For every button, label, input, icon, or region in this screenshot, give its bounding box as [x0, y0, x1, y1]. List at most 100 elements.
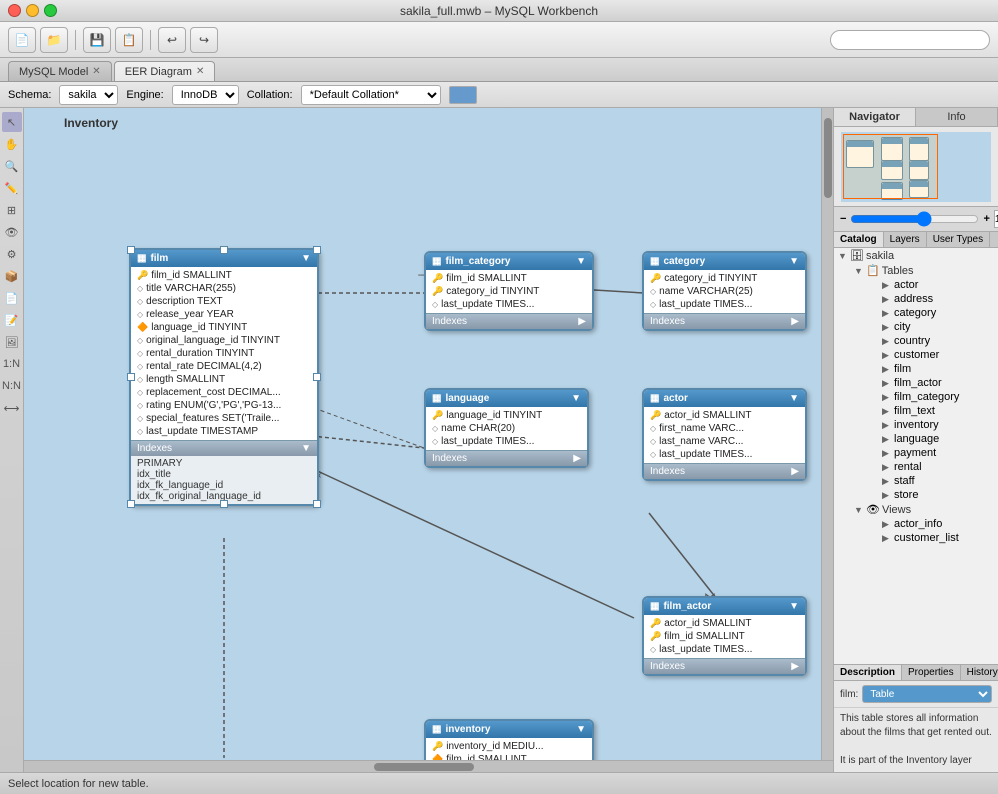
expand-icon[interactable]: ▼: [576, 724, 586, 735]
tab-eer-diagram-close[interactable]: ✕: [196, 66, 204, 77]
scrollbar-h-thumb[interactable]: [374, 763, 474, 771]
resize-tm[interactable]: [220, 246, 228, 254]
tab-properties[interactable]: Properties: [902, 665, 961, 680]
rel-1n-tool[interactable]: 1:N: [2, 354, 22, 374]
zoom-slider[interactable]: [850, 211, 979, 227]
tab-eer-diagram[interactable]: EER Diagram ✕: [114, 61, 216, 81]
table-tool[interactable]: ⊞: [2, 200, 22, 220]
tree-tables[interactable]: ▼ 📋 Tables: [850, 263, 998, 278]
table-category-body: 🔑category_id TINYINT ◇name VARCHAR(25) ◇…: [644, 270, 805, 313]
zoom-minus[interactable]: −: [840, 213, 846, 225]
tab-layers[interactable]: Layers: [884, 232, 927, 247]
expand-icon[interactable]: ▼: [789, 256, 799, 267]
close-button[interactable]: [8, 4, 21, 17]
tab-mysql-model[interactable]: MySQL Model ✕: [8, 61, 112, 81]
tree-item-category[interactable]: ▶category: [878, 306, 998, 320]
select-tool[interactable]: ↖: [2, 112, 22, 132]
tab-mysql-model-close[interactable]: ✕: [92, 66, 100, 77]
table-language[interactable]: ▦ language ▼ 🔑language_id TINYINT ◇name …: [424, 388, 589, 468]
scrollbar-horizontal[interactable]: [24, 760, 833, 772]
minimize-button[interactable]: [26, 4, 39, 17]
resize-tl[interactable]: [127, 246, 135, 254]
tree-item-address[interactable]: ▶address: [878, 292, 998, 306]
tab-description[interactable]: Description: [834, 665, 902, 680]
tab-info[interactable]: Info: [916, 108, 998, 126]
table-film-category[interactable]: ▦ film_category ▼ 🔑film_id SMALLINT 🔑cat…: [424, 251, 594, 331]
routine-group-tool[interactable]: 📦: [2, 266, 22, 286]
tree-item-film_text[interactable]: ▶film_text: [878, 404, 998, 418]
tree-item-rental[interactable]: ▶rental: [878, 460, 998, 474]
desc-type-select[interactable]: Table: [862, 685, 992, 703]
undo-button[interactable]: ↩: [158, 27, 186, 53]
connect-tool[interactable]: ⟷: [2, 398, 22, 418]
tree-views[interactable]: ▼ 👁 Views: [850, 502, 998, 517]
tree-item-city[interactable]: ▶city: [878, 320, 998, 334]
table-film-actor[interactable]: ▦ film_actor ▼ 🔑actor_id SMALLINT 🔑film_…: [642, 596, 807, 676]
tree-item-language[interactable]: ▶language: [878, 432, 998, 446]
tree-item-actor_info[interactable]: ▶actor_info: [878, 517, 998, 531]
collation-select[interactable]: *Default Collation*: [301, 85, 441, 105]
tree-item-staff[interactable]: ▶staff: [878, 474, 998, 488]
zoom-tool[interactable]: 🔍: [2, 156, 22, 176]
canvas-area[interactable]: Inventory ⋈ ⊣ ||: [24, 108, 833, 772]
tree-item-payment[interactable]: ▶payment: [878, 446, 998, 460]
table-film-category-indexes[interactable]: Indexes ▶: [426, 313, 592, 329]
table-category[interactable]: ▦ category ▼ 🔑category_id TINYINT ◇name …: [642, 251, 807, 331]
table-actor-indexes[interactable]: Indexes ▶: [644, 463, 805, 479]
resize-br[interactable]: [313, 500, 321, 508]
tab-navigator[interactable]: Navigator: [834, 108, 916, 126]
maximize-button[interactable]: [44, 4, 57, 17]
resize-tr[interactable]: [313, 246, 321, 254]
zoom-plus[interactable]: +: [983, 213, 989, 225]
tab-user-types[interactable]: User Types: [927, 232, 990, 247]
resize-bl[interactable]: [127, 500, 135, 508]
table-film-expand[interactable]: ▼: [301, 253, 311, 264]
tab-history[interactable]: History: [961, 665, 998, 680]
resize-ml[interactable]: [127, 373, 135, 381]
tree-item-film_actor[interactable]: ▶film_actor: [878, 376, 998, 390]
table-category-indexes[interactable]: Indexes ▶: [644, 313, 805, 329]
window-controls[interactable]: [8, 4, 57, 17]
rel-nn-tool[interactable]: N:N: [2, 376, 22, 396]
table-film-actor-indexes[interactable]: Indexes ▶: [644, 658, 805, 674]
table-film[interactable]: ▦ film ▼ 🔑film_id SMALLINT ◇title VARCHA…: [129, 248, 319, 506]
redo-button[interactable]: ↪: [190, 27, 218, 53]
indexes-expand[interactable]: ▼: [301, 443, 311, 454]
note-tool[interactable]: 📝: [2, 310, 22, 330]
tree-item-actor[interactable]: ▶actor: [878, 278, 998, 292]
pencil-tool[interactable]: ✏️: [2, 178, 22, 198]
tab-catalog[interactable]: Catalog: [834, 232, 884, 247]
scrollbar-vertical[interactable]: [821, 108, 833, 760]
open-button[interactable]: 📁: [40, 27, 68, 53]
search-input[interactable]: [830, 30, 990, 50]
hand-tool[interactable]: ✋: [2, 134, 22, 154]
tree-item-country[interactable]: ▶country: [878, 334, 998, 348]
table-language-indexes[interactable]: Indexes ▶: [426, 450, 587, 466]
resize-mr[interactable]: [313, 373, 321, 381]
table-actor[interactable]: ▦ actor ▼ 🔑actor_id SMALLINT ◇first_name…: [642, 388, 807, 481]
tree-item-customer[interactable]: ▶customer: [878, 348, 998, 362]
routine-tool[interactable]: ⚙: [2, 244, 22, 264]
expand-icon[interactable]: ▼: [571, 393, 581, 404]
schema-select[interactable]: sakila: [59, 85, 118, 105]
tree-item-store[interactable]: ▶store: [878, 488, 998, 502]
new-button[interactable]: 📄: [8, 27, 36, 53]
tree-item-film_category[interactable]: ▶film_category: [878, 390, 998, 404]
layer-tool[interactable]: 📄: [2, 288, 22, 308]
engine-select[interactable]: InnoDB: [172, 85, 239, 105]
resize-bm[interactable]: [220, 500, 228, 508]
view-tool[interactable]: 👁: [2, 222, 22, 242]
tree-item-customer_list[interactable]: ▶customer_list: [878, 531, 998, 545]
color-picker[interactable]: [449, 86, 477, 104]
tree-item-film[interactable]: ▶film: [878, 362, 998, 376]
tree-item-inventory[interactable]: ▶inventory: [878, 418, 998, 432]
image-tool[interactable]: 🖼: [2, 332, 22, 352]
save-as-button[interactable]: 📋: [115, 27, 143, 53]
expand-icon[interactable]: ▼: [789, 393, 799, 404]
expand-icon[interactable]: ▼: [576, 256, 586, 267]
tree-root[interactable]: ▼ 🗄 sakila: [834, 248, 998, 263]
scrollbar-v-thumb[interactable]: [824, 118, 832, 198]
table-film-indexes-header[interactable]: Indexes ▼: [131, 440, 317, 456]
expand-icon[interactable]: ▼: [789, 601, 799, 612]
save-button[interactable]: 💾: [83, 27, 111, 53]
